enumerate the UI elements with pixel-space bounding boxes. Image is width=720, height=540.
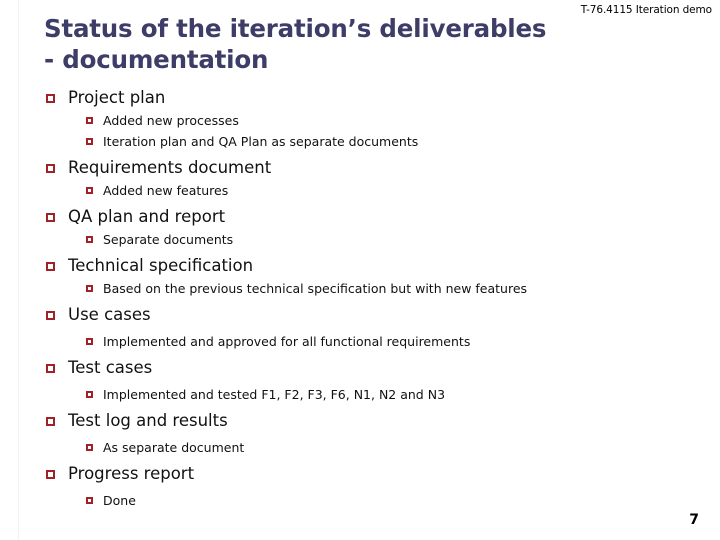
list-item: Test cases [0, 356, 720, 380]
list-item-label: Use cases [68, 305, 151, 324]
list-subitem: Implemented and tested F1, F2, F3, F6, N… [0, 384, 720, 405]
page-title-line-1: Status of the iteration’s deliverables [44, 14, 547, 43]
list-subitem-label: Done [103, 493, 136, 508]
list-subitem: Done [0, 490, 720, 511]
hollow-square-bullet-icon [86, 180, 103, 201]
list-subitem-label: Implemented and tested F1, F2, F3, F6, N… [103, 387, 446, 402]
list-item-label: Requirements document [68, 158, 272, 177]
hollow-square-bullet-icon [46, 156, 68, 180]
list-subitem-label: Iteration plan and QA Plan as separate d… [103, 134, 419, 149]
page-title: Status of the iteration’s deliverables -… [44, 13, 604, 75]
hollow-square-bullet-icon [46, 356, 68, 380]
hollow-square-bullet-icon [86, 437, 103, 458]
list-subitem: Implemented and approved for all functio… [0, 331, 720, 352]
list-group: Test log and results As separate documen… [0, 409, 720, 458]
list-group: Requirements document Added new features [0, 156, 720, 201]
list-item-label: Test cases [68, 358, 153, 377]
page-title-line-2: - documentation [44, 45, 269, 74]
list-group: Project plan Added new processes Iterati… [0, 86, 720, 152]
hollow-square-bullet-icon [86, 110, 103, 131]
slide-canvas: T-76.4115 Iteration demo Status of the i… [0, 0, 720, 540]
deliverables-list: Project plan Added new processes Iterati… [0, 86, 720, 511]
list-item: Progress report [0, 462, 720, 486]
list-group: Test cases Implemented and tested F1, F2… [0, 356, 720, 405]
list-group: Use cases Implemented and approved for a… [0, 303, 720, 352]
list-item: Use cases [0, 303, 720, 327]
list-item: Requirements document [0, 156, 720, 180]
list-item: Technical specification [0, 254, 720, 278]
hollow-square-bullet-icon [46, 86, 68, 110]
page-number: 7 [689, 512, 699, 528]
list-item-label: Progress report [68, 464, 195, 483]
list-subitem-label: Implemented and approved for all functio… [103, 334, 471, 349]
list-item: QA plan and report [0, 205, 720, 229]
list-item-label: Test log and results [68, 411, 228, 430]
hollow-square-bullet-icon [86, 229, 103, 250]
list-group: QA plan and report Separate documents [0, 205, 720, 250]
list-item-label: Project plan [68, 88, 166, 107]
list-subitem: Based on the previous technical specific… [0, 278, 720, 299]
hollow-square-bullet-icon [46, 303, 68, 327]
list-subitem: Iteration plan and QA Plan as separate d… [0, 131, 720, 152]
hollow-square-bullet-icon [46, 409, 68, 433]
list-subitem: Added new features [0, 180, 720, 201]
list-subitem-label: Added new processes [103, 113, 239, 128]
list-item: Project plan [0, 86, 720, 110]
list-item: Test log and results [0, 409, 720, 433]
list-subitem: Added new processes [0, 110, 720, 131]
list-item-label: Technical specification [68, 256, 254, 275]
hollow-square-bullet-icon [46, 462, 68, 486]
hollow-square-bullet-icon [46, 254, 68, 278]
list-subitem-label: Based on the previous technical specific… [103, 281, 528, 296]
list-item-label: QA plan and report [68, 207, 226, 226]
list-subitem-label: Added new features [103, 183, 229, 198]
list-subitem: As separate document [0, 437, 720, 458]
hollow-square-bullet-icon [86, 331, 103, 352]
hollow-square-bullet-icon [86, 131, 103, 152]
hollow-square-bullet-icon [86, 278, 103, 299]
hollow-square-bullet-icon [86, 490, 103, 511]
list-subitem: Separate documents [0, 229, 720, 250]
list-group: Progress report Done [0, 462, 720, 511]
list-subitem-label: As separate document [103, 440, 245, 455]
list-group: Technical specification Based on the pre… [0, 254, 720, 299]
hollow-square-bullet-icon [46, 205, 68, 229]
list-subitem-label: Separate documents [103, 232, 234, 247]
hollow-square-bullet-icon [86, 384, 103, 405]
